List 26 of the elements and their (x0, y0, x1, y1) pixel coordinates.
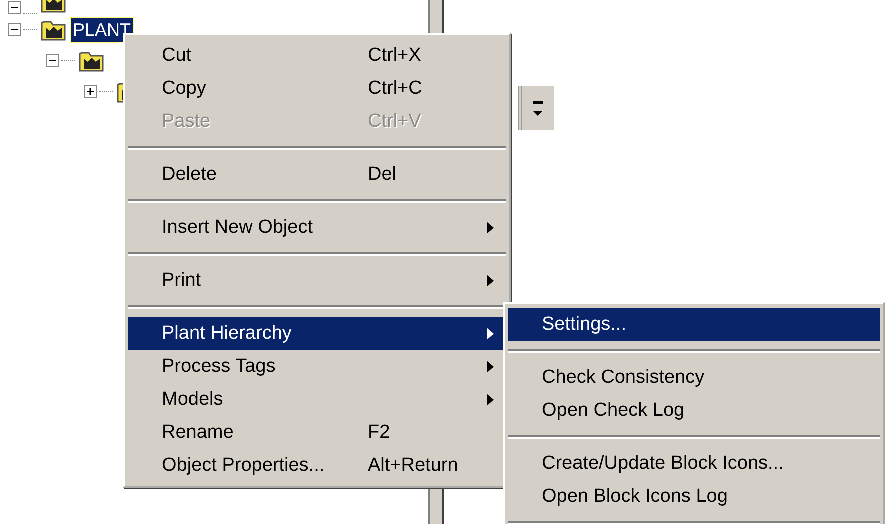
menu-item[interactable]: Process Tags (128, 350, 506, 383)
collapse-icon[interactable] (46, 54, 59, 67)
tree-item[interactable]: PLANT (71, 18, 134, 42)
menu-item[interactable]: Plant Hierarchy (128, 317, 506, 350)
menu-item[interactable]: Open Check Log (508, 394, 880, 427)
menu-item[interactable]: Cut Ctrl+X (128, 39, 506, 72)
menu-item[interactable]: Rename F2 (128, 416, 506, 449)
menu-item[interactable]: Copy Ctrl+C (128, 72, 506, 105)
menu-item[interactable]: Models (128, 383, 506, 416)
submenu-arrow-icon (487, 360, 494, 372)
submenu-arrow-icon (487, 394, 494, 406)
collapse-icon[interactable] (8, 1, 21, 14)
menu-item[interactable]: Settings... (508, 308, 880, 341)
menu-item[interactable]: Object Properties... Alt+Return (128, 449, 506, 482)
submenu-arrow-icon (487, 222, 494, 234)
submenu-arrow-icon (487, 274, 494, 286)
collapse-icon[interactable] (8, 23, 21, 36)
submenu-arrow-icon (487, 328, 494, 340)
expand-icon[interactable] (84, 85, 97, 98)
menu-item[interactable]: Check Consistency (508, 361, 880, 394)
menu-item[interactable]: Insert New Object (128, 211, 506, 244)
menu-item[interactable]: Create/Update Block Icons... (508, 447, 880, 480)
menu-item[interactable]: Open Block Icons Log (508, 480, 880, 513)
menu-item[interactable]: Delete Del (128, 158, 506, 191)
menu-item[interactable]: Print (128, 264, 506, 297)
dropdown-button[interactable] (518, 86, 554, 130)
